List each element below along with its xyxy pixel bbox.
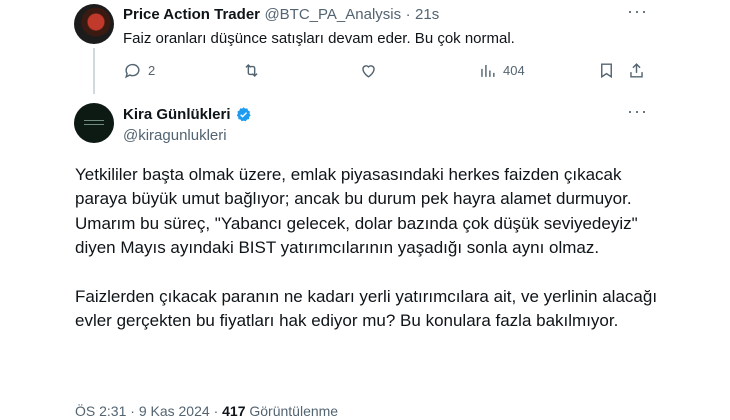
- meta-dot: ·: [130, 403, 135, 419]
- tweet-meta: ÖS 2:31 · 9 Kas 2024 · 417 Görüntülenme: [75, 403, 338, 419]
- tweet-date[interactable]: 9 Kas 2024: [139, 403, 210, 419]
- views-button[interactable]: 404: [478, 61, 525, 80]
- reply-more-button[interactable]: ···: [627, 1, 648, 22]
- reply-avatar[interactable]: [74, 4, 114, 44]
- retweet-button[interactable]: [242, 61, 267, 80]
- thread-line: [93, 48, 95, 94]
- avatar-logo-mark: [84, 120, 104, 125]
- reply-display-name[interactable]: Price Action Trader: [123, 6, 260, 23]
- reply-time[interactable]: 21s: [415, 6, 439, 23]
- reply-icon: [125, 63, 140, 79]
- main-tweet-paragraph-2: Faizlerden çıkacak paranın ne kadarı yer…: [75, 286, 658, 331]
- bookmark-icon: [601, 63, 612, 79]
- main-tweet-paragraph-1: Yetkililer başta olmak üzere, emlak piya…: [75, 165, 638, 258]
- reply-count: 2: [148, 63, 156, 78]
- tweet-views-count: 417: [222, 403, 246, 419]
- main-tweet-text: Yetkililer başta olmak üzere, emlak piya…: [75, 163, 675, 333]
- like-button[interactable]: [359, 61, 384, 80]
- main-display-name[interactable]: Kira Günlükleri: [123, 106, 231, 123]
- views-count: 404: [503, 63, 525, 78]
- main-handle[interactable]: @kiragunlukleri: [123, 127, 227, 144]
- bookmark-button[interactable]: [597, 61, 616, 80]
- share-icon: [630, 63, 643, 78]
- reply-button[interactable]: 2: [123, 61, 155, 80]
- main-more-button[interactable]: ···: [627, 101, 648, 122]
- main-header: Kira Günlükleri: [123, 106, 252, 123]
- tweet-time[interactable]: ÖS 2:31: [75, 403, 126, 419]
- reply-header: Price Action Trader @BTC_PA_Analysis · 2…: [123, 6, 439, 24]
- meta-dot-2: ·: [213, 403, 219, 419]
- retweet-icon: [245, 63, 258, 78]
- main-avatar[interactable]: [74, 103, 114, 143]
- heart-icon: [362, 65, 375, 78]
- share-button[interactable]: [627, 61, 646, 80]
- reply-handle[interactable]: @BTC_PA_Analysis: [264, 6, 401, 23]
- reply-text: Faiz oranları düşünce satışları devam ed…: [123, 30, 515, 47]
- tweet-views-label: Görüntülenme: [249, 403, 339, 419]
- verified-badge-icon: [236, 107, 251, 122]
- analytics-icon: [481, 64, 495, 77]
- reply-separator: ·: [405, 6, 411, 23]
